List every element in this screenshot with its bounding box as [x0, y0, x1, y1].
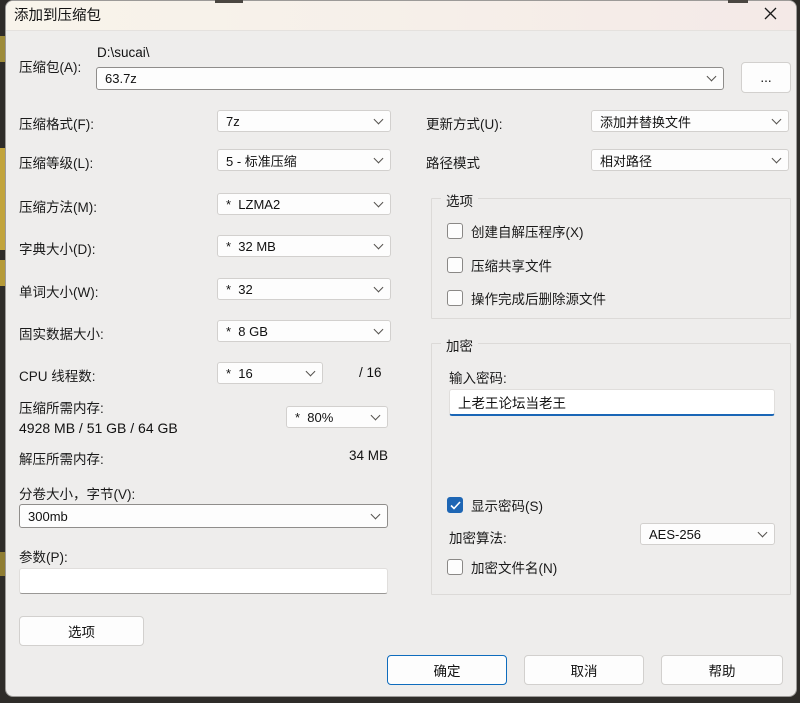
word-size-dropdown[interactable]: * 32 [217, 278, 391, 300]
compress-memory-label: 压缩所需内存: [19, 397, 104, 417]
password-input[interactable] [449, 389, 775, 416]
compress-shared-checkbox[interactable]: 压缩共享文件 [447, 255, 552, 275]
level-value: 5 - 标准压缩 [226, 151, 297, 170]
encrypt-filenames-label: 加密文件名(N) [471, 557, 557, 577]
encrypt-filenames-checkbox[interactable]: 加密文件名(N) [447, 557, 557, 577]
path-mode-label: 路径模式 [426, 152, 480, 172]
chevron-down-icon [374, 197, 384, 207]
update-mode-dropdown[interactable]: 添加并替换文件 [591, 110, 789, 132]
decompress-memory-value: 34 MB [336, 448, 388, 463]
memory-percent-value: * 80% [295, 410, 333, 425]
archive-directory: D:\sucai\ [97, 45, 150, 60]
decompress-memory-label: 解压所需内存: [19, 448, 104, 468]
compress-memory-value: 4928 MB / 51 GB / 64 GB [19, 420, 178, 436]
level-label: 压缩等级(L): [19, 152, 93, 172]
format-label: 压缩格式(F): [19, 113, 94, 133]
cpu-threads-max: / 16 [359, 365, 382, 380]
format-dropdown[interactable]: 7z [217, 110, 391, 132]
close-icon [764, 7, 777, 25]
options-button[interactable]: 选项 [19, 616, 144, 646]
options-group: 选项 创建自解压程序(X) 压缩共享文件 操作完成后删除源文件 [431, 198, 791, 319]
help-button[interactable]: 帮助 [661, 655, 783, 685]
chevron-down-icon [374, 153, 384, 163]
archive-label: 压缩包(A): [19, 56, 81, 76]
browse-button[interactable]: ... [741, 62, 791, 93]
path-mode-value: 相对路径 [600, 151, 652, 170]
chevron-down-icon [371, 509, 381, 519]
show-password-label: 显示密码(S) [471, 495, 543, 515]
split-volume-value: 300mb [28, 509, 68, 524]
format-value: 7z [226, 114, 240, 129]
help-button-label: 帮助 [709, 660, 736, 680]
parameters-input[interactable] [19, 568, 388, 594]
chevron-down-icon [758, 527, 768, 537]
word-size-label: 单词大小(W): [19, 281, 98, 301]
backdrop-window-sliver [728, 0, 748, 3]
add-to-archive-dialog: 添加到压缩包 压缩包(A): D:\sucai\ 63.7z ... 压缩格式(… [5, 0, 797, 697]
dictionary-dropdown[interactable]: * 32 MB [217, 235, 391, 257]
solid-block-label: 固实数据大小: [19, 323, 104, 343]
encryption-group: 加密 输入密码: 显示密码(S) 加密算法: AES-256 加密文件名(N) [431, 343, 791, 595]
chevron-down-icon [374, 239, 384, 249]
cpu-threads-dropdown[interactable]: * 16 [217, 362, 323, 384]
method-dropdown[interactable]: * LZMA2 [217, 193, 391, 215]
create-sfx-label: 创建自解压程序(X) [471, 221, 584, 241]
method-label: 压缩方法(M): [19, 196, 97, 216]
chevron-down-icon [772, 153, 782, 163]
delete-after-label: 操作完成后删除源文件 [471, 288, 606, 308]
backdrop-window-sliver [215, 0, 243, 3]
encryption-method-dropdown[interactable]: AES-256 [640, 523, 775, 545]
cancel-button[interactable]: 取消 [524, 655, 644, 685]
chevron-down-icon [371, 410, 381, 420]
chevron-down-icon [374, 324, 384, 334]
checkbox-icon [447, 497, 463, 513]
solid-block-dropdown[interactable]: * 8 GB [217, 320, 391, 342]
checkbox-icon [447, 559, 463, 575]
chevron-down-icon [374, 114, 384, 124]
memory-percent-dropdown[interactable]: * 80% [286, 406, 388, 428]
compress-shared-label: 压缩共享文件 [471, 255, 552, 275]
cpu-threads-value: * 16 [226, 366, 253, 381]
options-group-title: 选项 [441, 190, 478, 210]
browse-button-label: ... [760, 70, 771, 85]
dictionary-label: 字典大小(D): [19, 238, 96, 258]
dialog-title: 添加到压缩包 [14, 1, 101, 31]
checkbox-icon [447, 257, 463, 273]
chevron-down-icon [374, 282, 384, 292]
method-value: * LZMA2 [226, 197, 280, 212]
password-label: 输入密码: [449, 367, 507, 387]
level-dropdown[interactable]: 5 - 标准压缩 [217, 149, 391, 171]
parameters-label: 参数(P): [19, 546, 68, 566]
split-volume-label: 分卷大小，字节(V): [19, 483, 135, 503]
ok-button-label: 确定 [434, 660, 461, 680]
update-mode-value: 添加并替换文件 [600, 112, 691, 131]
archive-name-combobox[interactable]: 63.7z [96, 67, 724, 90]
encryption-method-value: AES-256 [649, 527, 701, 542]
options-button-label: 选项 [68, 621, 95, 641]
chevron-down-icon [306, 366, 316, 376]
path-mode-dropdown[interactable]: 相对路径 [591, 149, 789, 171]
show-password-checkbox[interactable]: 显示密码(S) [447, 495, 543, 515]
titlebar: 添加到压缩包 [6, 1, 796, 31]
update-mode-label: 更新方式(U): [426, 113, 503, 133]
close-button[interactable] [750, 1, 790, 31]
ok-button[interactable]: 确定 [387, 655, 507, 685]
delete-after-checkbox[interactable]: 操作完成后删除源文件 [447, 288, 606, 308]
encryption-method-label: 加密算法: [449, 527, 507, 547]
word-size-value: * 32 [226, 282, 253, 297]
cpu-threads-label: CPU 线程数: [19, 365, 96, 385]
encryption-group-title: 加密 [441, 335, 478, 355]
cancel-button-label: 取消 [571, 660, 598, 680]
create-sfx-checkbox[interactable]: 创建自解压程序(X) [447, 221, 584, 241]
chevron-down-icon [772, 114, 782, 124]
checkbox-icon [447, 223, 463, 239]
chevron-down-icon [707, 72, 717, 82]
dictionary-value: * 32 MB [226, 239, 276, 254]
split-volume-combobox[interactable]: 300mb [19, 504, 388, 528]
checkbox-icon [447, 290, 463, 306]
solid-block-value: * 8 GB [226, 324, 268, 339]
archive-name-value: 63.7z [105, 71, 137, 86]
